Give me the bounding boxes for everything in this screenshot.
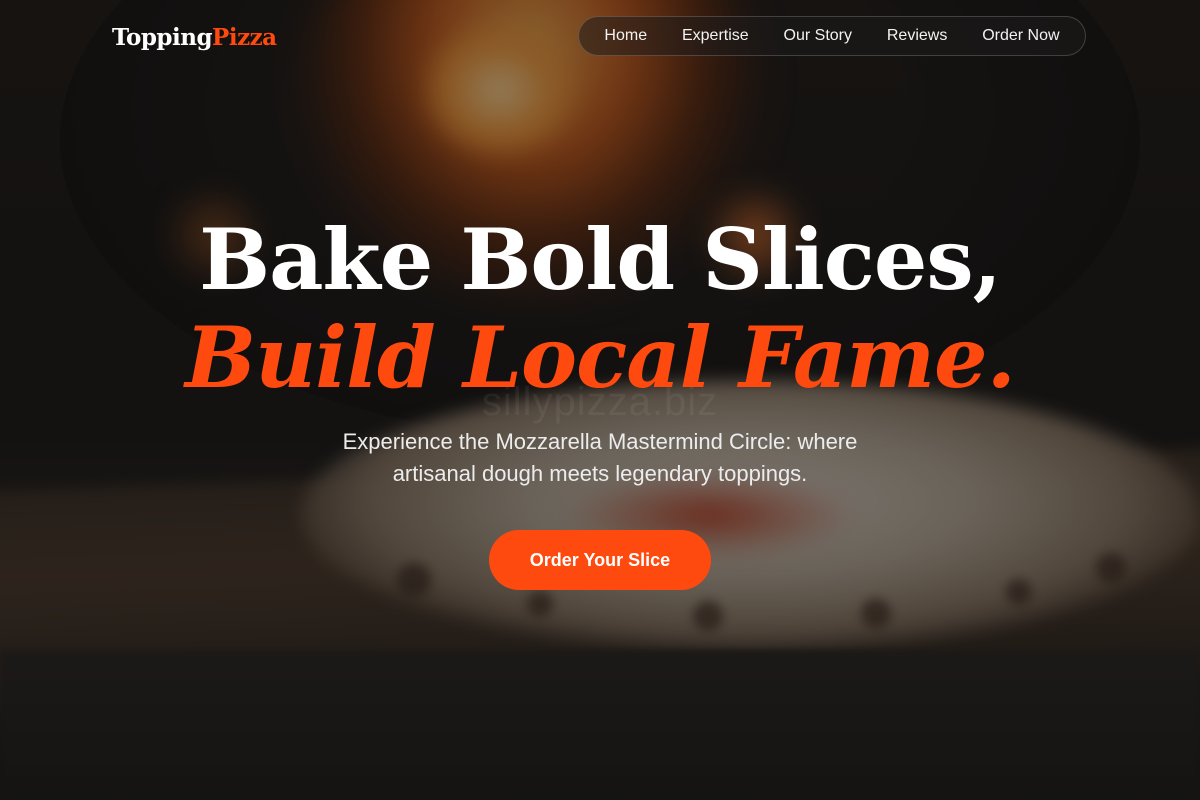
hero-headline-line2: Build Local Fame. [185, 308, 1016, 407]
main-navigation: Home Expertise Our Story Reviews Order N… [578, 16, 1086, 56]
hero-headline-line1: Bake Bold Slices, [199, 210, 1002, 309]
brand-logo-part1: Topping [112, 24, 213, 51]
brand-logo[interactable]: ToppingPizza [112, 22, 277, 54]
nav-link-home[interactable]: Home [604, 27, 647, 45]
hero-subtitle-line2: artisanal dough meets legendary toppings… [392, 461, 808, 486]
hero-subtitle-line1: Experience the Mozzarella Mastermind Cir… [342, 429, 858, 454]
nav-link-reviews[interactable]: Reviews [887, 27, 947, 45]
order-your-slice-button[interactable]: Order Your Slice [489, 530, 711, 590]
hero-section: Bake Bold Slices, Build Local Fame. [0, 210, 1200, 406]
brand-logo-part2: Pizza [212, 24, 277, 51]
nav-link-order-now[interactable]: Order Now [982, 27, 1059, 45]
hero-subtitle: Experience the Mozzarella Mastermind Cir… [290, 426, 910, 490]
nav-link-expertise[interactable]: Expertise [682, 27, 749, 45]
nav-link-our-story[interactable]: Our Story [784, 27, 852, 45]
